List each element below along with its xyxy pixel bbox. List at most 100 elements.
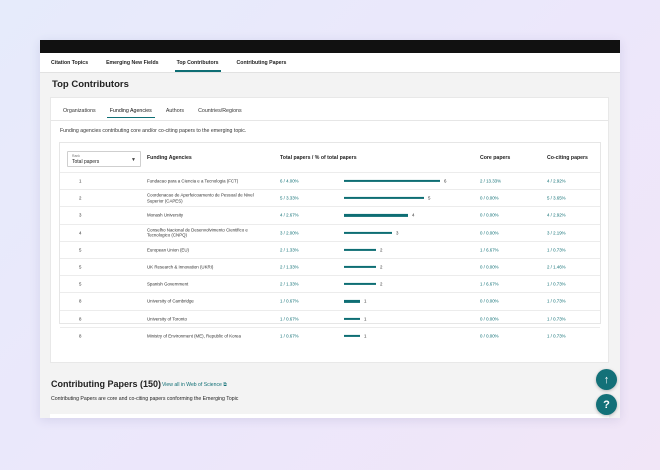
- agency-name: Conselho Nacional de Desenvolvimento Cie…: [147, 227, 248, 238]
- help-button[interactable]: ?: [596, 394, 617, 415]
- total-papers-bar: [344, 266, 376, 269]
- bar-value-label: 1: [364, 316, 367, 322]
- total-papers-bar: [344, 231, 392, 234]
- header-agency: Funding Agencies: [147, 155, 192, 161]
- view-all-link[interactable]: View all in Web of Science ⧉: [162, 382, 227, 389]
- cociting-papers-link[interactable]: 2 / 1.46%: [547, 264, 566, 270]
- agency-name: Fundacao para a Ciencia e a Tecnologia (…: [147, 178, 239, 184]
- table-row: 5 UK Research & Innovation (UKRI) 2 / 1.33…: [60, 258, 600, 275]
- arrow-up-icon: ↑: [603, 373, 610, 386]
- rank-cell: 8: [79, 315, 82, 321]
- agency-name: Ministry of Environment (ME), Republic o…: [147, 333, 241, 339]
- total-papers-link[interactable]: 1 / 0.67%: [280, 316, 299, 322]
- agency-name: European Union (EU): [147, 247, 189, 253]
- scroll-top-button[interactable]: ↑: [596, 369, 617, 390]
- rank-cell: 2: [79, 195, 82, 201]
- total-papers-bar: [344, 197, 424, 200]
- total-papers-bar: [344, 334, 360, 337]
- nav-tab-contributing-papers[interactable]: Contributing Papers: [237, 53, 287, 72]
- total-papers-link[interactable]: 1 / 0.67%: [280, 333, 299, 339]
- top-black-bar: [40, 40, 620, 53]
- cociting-papers-link[interactable]: 1 / 0.73%: [547, 333, 566, 339]
- table-row: 4 Conselho Nacional de Desenvolvimento Ci…: [60, 223, 600, 241]
- help-icon: ?: [603, 398, 610, 411]
- total-papers-link[interactable]: 6 / 4.00%: [280, 178, 299, 184]
- total-papers-link[interactable]: 3 / 2.00%: [280, 230, 299, 236]
- rank-select-label: Rank: [72, 153, 80, 158]
- tab-organizations[interactable]: Organizations: [63, 108, 96, 118]
- total-papers-bar: [344, 214, 408, 217]
- nav-tab-top-contributors[interactable]: Top Contributors: [174, 53, 221, 72]
- core-papers-link[interactable]: 2 / 13.33%: [480, 178, 501, 184]
- bar-value-label: 2: [380, 247, 383, 253]
- bar-value-label: 2: [380, 264, 383, 270]
- core-papers-link[interactable]: 0 / 0.00%: [480, 299, 499, 305]
- total-papers-bar: [344, 180, 440, 183]
- total-papers-link[interactable]: 2 / 1.33%: [280, 264, 299, 270]
- core-papers-link[interactable]: 1 / 6.67%: [480, 247, 499, 253]
- subtab-divider: [51, 120, 608, 121]
- table-row: 5 Spanish Government 2 / 1.33% 2 1 / 6.67% 1 …: [60, 275, 600, 292]
- table-row: 8 University of Toronto 1 / 0.67% 1 0 / 0.00…: [60, 309, 600, 327]
- nav-tab-emerging-new-fields[interactable]: Emerging New Fields: [106, 53, 158, 72]
- app-window: Citation Topics Emerging New Fields Top Co…: [40, 40, 620, 418]
- agency-name: UK Research & Innovation (UKRI): [147, 264, 214, 270]
- total-papers-bar: [344, 248, 376, 251]
- tab-countries-regions[interactable]: Countries/Regions: [198, 108, 242, 118]
- tab-authors[interactable]: Authors: [166, 108, 184, 118]
- core-papers-link[interactable]: 0 / 0.00%: [480, 333, 499, 339]
- rank-cell: 8: [79, 298, 82, 304]
- core-papers-link[interactable]: 0 / 0.00%: [480, 230, 499, 236]
- cociting-papers-link[interactable]: 3 / 2.19%: [547, 230, 566, 236]
- nav-tab-citation-topics[interactable]: Citation Topics: [51, 53, 88, 72]
- bar-value-label: 1: [364, 333, 367, 339]
- total-papers-bar: [344, 317, 360, 320]
- total-papers-bar: [344, 283, 376, 286]
- header-cociting: Co-citing papers: [547, 155, 588, 161]
- cociting-papers-link[interactable]: 1 / 0.73%: [547, 282, 566, 288]
- total-papers-link[interactable]: 2 / 1.33%: [280, 282, 299, 288]
- total-papers-link[interactable]: 2 / 1.33%: [280, 247, 299, 253]
- funding-agencies-table: Rank Total papers ▼ Funding Agencies Tot…: [59, 142, 617, 383]
- cociting-papers-link[interactable]: 4 / 2.92%: [547, 178, 566, 184]
- total-papers-link[interactable]: 1 / 0.67%: [280, 299, 299, 305]
- sub-tabs: Organizations Funding Agencies Authors Coun…: [63, 108, 256, 118]
- agency-name: Monash University: [147, 212, 184, 218]
- core-papers-link[interactable]: 1 / 6.67%: [480, 282, 499, 288]
- cociting-papers-link[interactable]: 1 / 0.73%: [547, 299, 566, 305]
- table-row: 5 European Union (EU) 2 / 1.33% 2 1 / 6.67% 1…: [60, 240, 600, 258]
- agency-name: University of Toronto: [147, 315, 187, 321]
- header-total: Total papers / % of total papers: [280, 155, 357, 161]
- rank-select[interactable]: Rank Total papers ▼: [67, 151, 141, 167]
- core-papers-link[interactable]: 0 / 0.00%: [480, 264, 499, 270]
- agency-name: Coordenacao de Aperfeicoamento de Pessoa…: [147, 192, 254, 204]
- rank-cell: 8: [79, 333, 82, 339]
- tab-funding-agencies[interactable]: Funding Agencies: [106, 108, 155, 118]
- header-core: Core papers: [480, 155, 511, 161]
- external-link-icon: ⧉: [223, 382, 227, 388]
- cociting-papers-link[interactable]: 5 / 3.65%: [547, 196, 566, 202]
- core-papers-link[interactable]: 0 / 0.00%: [480, 316, 499, 322]
- table-row: 1 Fundacao para a Ciencia e a Tecnologia …: [60, 172, 600, 189]
- rank-cell: 5: [79, 247, 82, 253]
- total-papers-link[interactable]: 4 / 2.67%: [280, 213, 299, 219]
- total-papers-link[interactable]: 5 / 3.33%: [280, 196, 299, 202]
- top-contributors-card: Organizations Funding Agencies Authors Coun…: [50, 97, 617, 383]
- table-row: 8 Ministry of Environment (ME), Republic …: [60, 326, 600, 344]
- rank-cell: 5: [79, 281, 82, 287]
- rank-cell: 4: [79, 229, 82, 235]
- cociting-papers-link[interactable]: 4 / 2.92%: [547, 213, 566, 219]
- total-papers-bar: [344, 300, 360, 303]
- rank-cell: 5: [79, 264, 82, 270]
- cociting-papers-link[interactable]: 1 / 0.73%: [547, 247, 566, 253]
- bar-value-label: 3: [396, 230, 399, 236]
- table-row: 2 Coordenacao de Aperfeicoamento de Pesso…: [60, 189, 600, 206]
- contributing-papers-card: [50, 414, 609, 418]
- cociting-papers-link[interactable]: 1 / 0.73%: [547, 316, 566, 322]
- contributing-papers-section: Contributing Papers (150) View all in We…: [40, 370, 620, 418]
- core-papers-link[interactable]: 0 / 0.00%: [480, 213, 499, 219]
- contributing-papers-title: Contributing Papers (150): [51, 379, 162, 389]
- section-title: Top Contributors: [52, 79, 129, 90]
- core-papers-link[interactable]: 0 / 0.00%: [480, 196, 499, 202]
- bar-value-label: 1: [364, 298, 367, 304]
